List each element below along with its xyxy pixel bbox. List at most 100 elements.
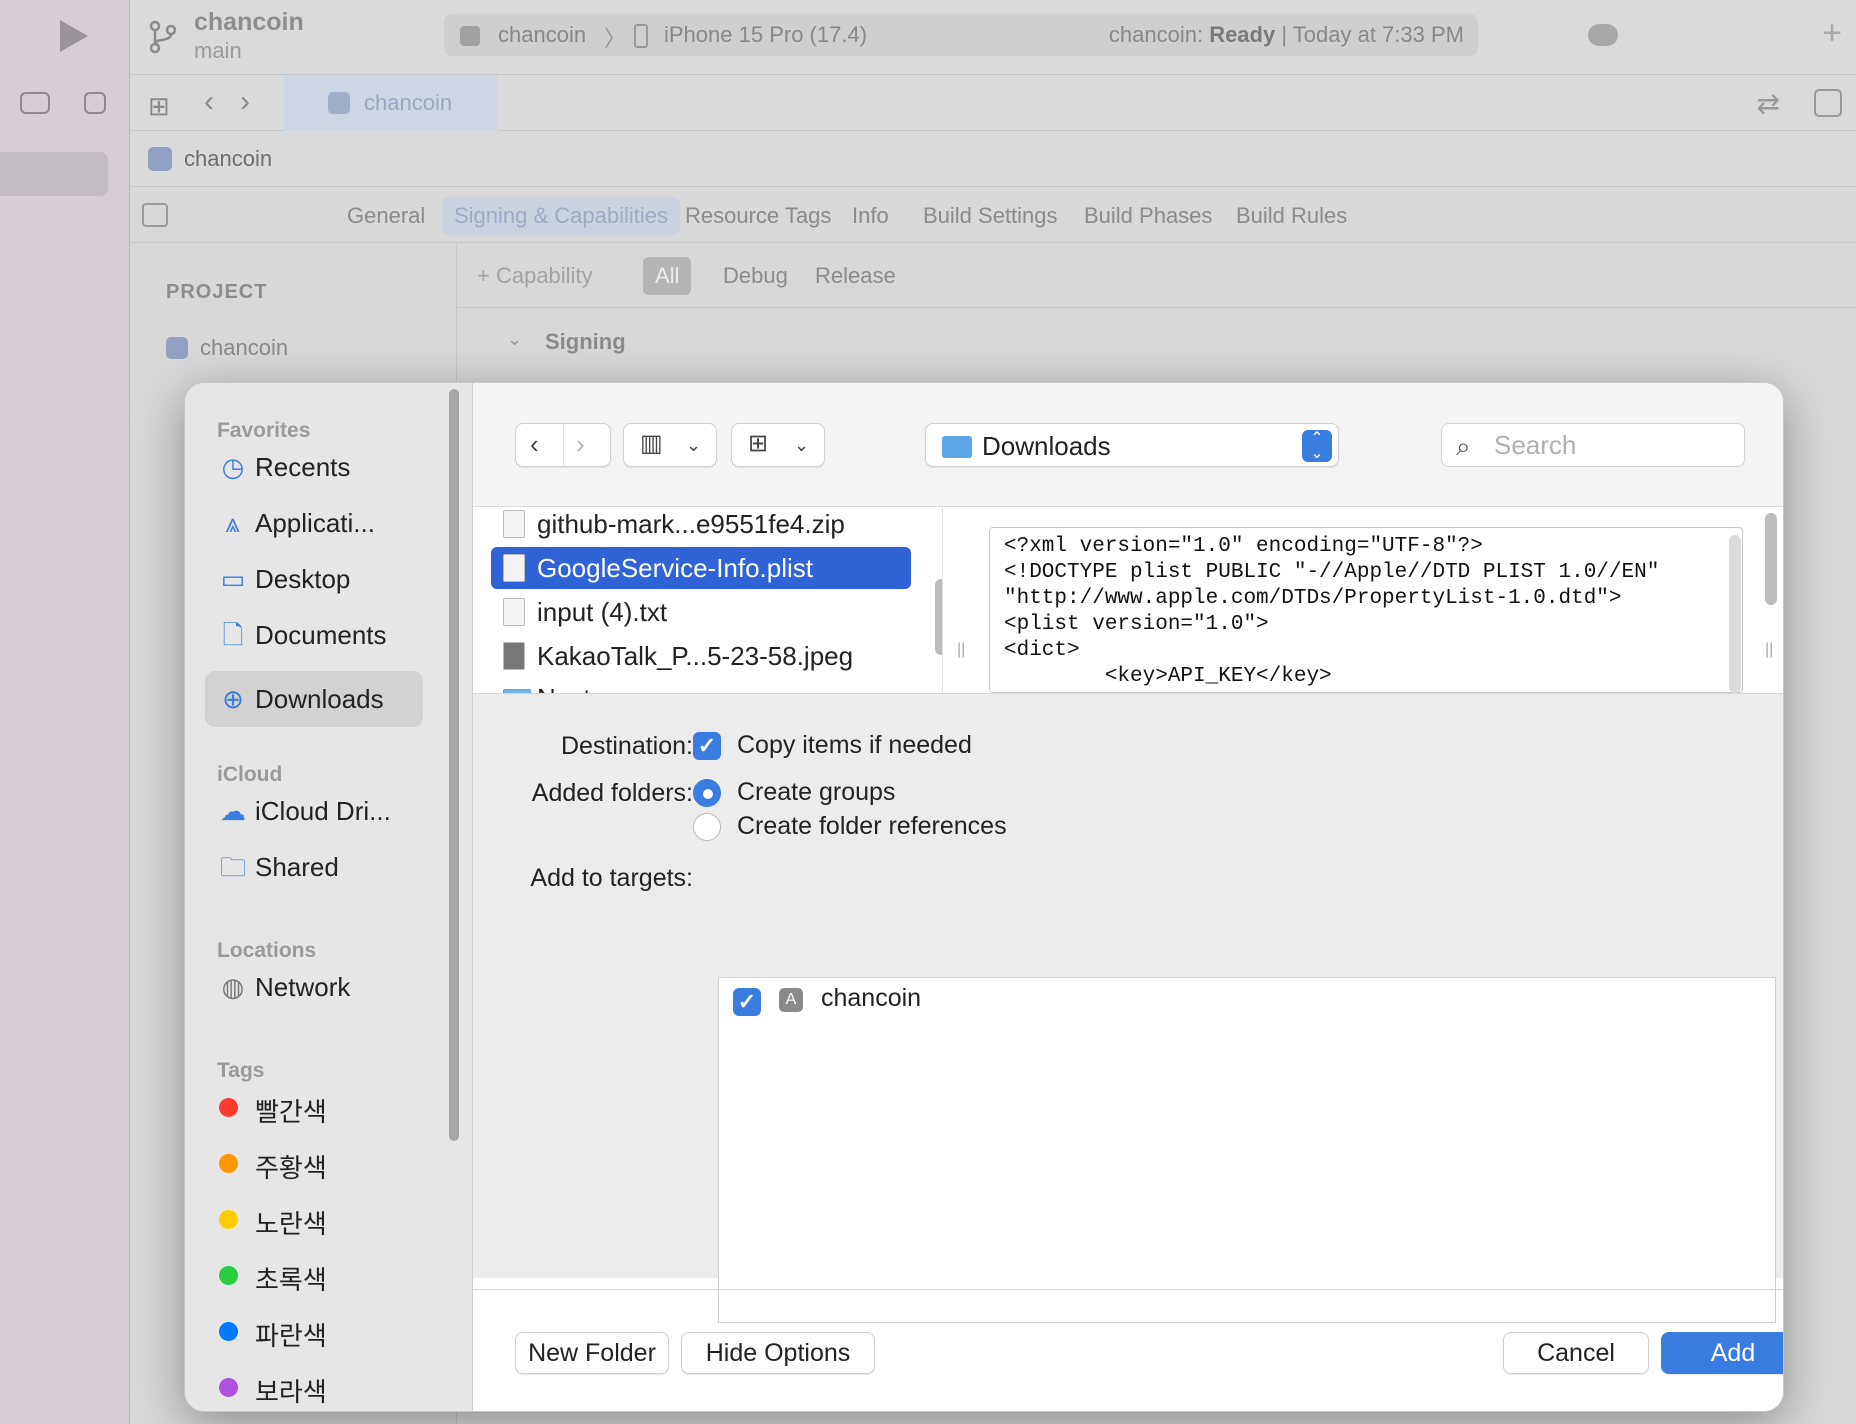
swap-icon[interactable]: ⇄: [1757, 87, 1780, 120]
column-resize-handle[interactable]: ||: [957, 641, 965, 659]
browser-scrollbar[interactable]: [1765, 513, 1777, 605]
file-row-zip[interactable]: github-mark...e9551fe4.zip: [491, 507, 911, 545]
chevron-left-icon[interactable]: ‹: [530, 429, 539, 460]
tag-icon[interactable]: [20, 92, 50, 114]
chevron-left-icon[interactable]: ‹: [204, 85, 214, 119]
tab-chancoin[interactable]: chancoin: [284, 75, 498, 131]
sidebar-item-shared[interactable]: 🗀 Shared: [205, 839, 423, 895]
scheme-selector[interactable]: chancoin: [498, 22, 586, 48]
group-by-button[interactable]: ⊞ ⌄: [731, 423, 825, 467]
file-list-scrollbar[interactable]: [935, 579, 942, 655]
sidebar-item-documents[interactable]: 🗋 Documents: [205, 607, 423, 663]
sidebar-item-tag-blue[interactable]: 파란색: [205, 1303, 423, 1359]
config-all[interactable]: All: [643, 257, 692, 295]
build-status: chancoin: Ready | Today at 7:33 PM: [1108, 22, 1464, 47]
tab-signing-capabilities[interactable]: Signing & Capabilities: [442, 197, 681, 235]
desktop-icon: ▭: [220, 564, 246, 594]
sidebar-item-tag-red[interactable]: 빨간색: [205, 1079, 423, 1135]
up-down-chevron-icon: ⌃ ⌄: [1302, 430, 1332, 462]
cloud-icon[interactable]: [1588, 24, 1618, 46]
app-icon: [460, 26, 480, 46]
sidebar-item-desktop[interactable]: ▭ Desktop: [205, 551, 423, 607]
location-popup[interactable]: Downloads ⌃ ⌄: [925, 423, 1339, 467]
tag-dot-icon: [219, 1098, 238, 1117]
config-debug[interactable]: Debug: [711, 257, 800, 295]
create-folder-references-radio[interactable]: [693, 813, 721, 841]
breadcrumb-item[interactable]: chancoin: [184, 146, 272, 172]
file-name: input (4).txt: [537, 597, 668, 627]
new-folder-button[interactable]: New Folder: [515, 1332, 669, 1374]
phone-icon: [634, 24, 648, 48]
sidebar-item-label: iCloud Dri...: [255, 796, 391, 826]
sidebar-item-recents[interactable]: ◷ Recents: [205, 439, 423, 495]
chevron-right-icon[interactable]: ›: [240, 85, 250, 119]
create-folder-references-label[interactable]: Create folder references: [737, 812, 1007, 841]
tab-label: chancoin: [364, 90, 453, 115]
sidebar-toggle-icon[interactable]: [142, 203, 168, 227]
config-release[interactable]: Release: [803, 257, 908, 295]
copy-items-checkbox[interactable]: ✓: [693, 732, 721, 760]
sidebar-item-applications[interactable]: ⩓ Applicati...: [205, 495, 423, 551]
sidebar-item-downloads[interactable]: ⊕ Downloads: [205, 671, 423, 727]
scheme-activity-bar[interactable]: chancoin 〉 iPhone 15 Pro (17.4) chancoin…: [444, 14, 1478, 56]
run-icon[interactable]: [60, 20, 88, 52]
add-capability-button[interactable]: + Capability: [477, 263, 593, 289]
chevron-down-icon: ⌄: [794, 435, 810, 455]
sidebar-item-icloud-drive[interactable]: ☁ iCloud Dri...: [205, 783, 423, 839]
column-resize-handle[interactable]: ||: [1765, 641, 1773, 659]
search-input[interactable]: [1494, 430, 1734, 460]
navigator-selection: [0, 152, 108, 196]
sidebar-item-network[interactable]: ◍ Network: [205, 959, 423, 1015]
xcode-navigator-strip: [0, 0, 130, 1424]
hide-options-button[interactable]: Hide Options: [681, 1332, 875, 1374]
columns-icon: ▥: [640, 430, 663, 457]
chevron-right-icon: 〉: [604, 26, 627, 51]
destination-label: Destination:: [560, 732, 693, 760]
grid-icon[interactable]: ⊞: [148, 91, 170, 122]
list-icon[interactable]: [84, 92, 106, 114]
preview-scrollbar[interactable]: [1729, 535, 1741, 693]
file-row-plist[interactable]: GoogleService-Info.plist: [491, 547, 911, 589]
search-field[interactable]: ⌕: [1441, 423, 1745, 467]
add-button[interactable]: Add: [1661, 1332, 1783, 1374]
sidebar-item-tag-purple[interactable]: 보라색: [205, 1359, 423, 1411]
cloud-icon: ☁: [220, 796, 246, 826]
chevron-right-icon[interactable]: ›: [576, 429, 585, 460]
target-name[interactable]: chancoin: [821, 984, 921, 1013]
tag-dot-icon: [219, 1210, 238, 1229]
copy-items-label[interactable]: Copy items if needed: [737, 731, 972, 760]
file-row-txt[interactable]: input (4).txt: [491, 591, 911, 633]
tab-info[interactable]: Info: [840, 197, 901, 235]
sidebar-scrollbar[interactable]: [449, 389, 459, 1141]
target-checkbox[interactable]: ✓: [733, 988, 761, 1016]
tab-resource-tags[interactable]: Resource Tags: [673, 197, 843, 235]
file-preview: <?xml version="1.0" encoding="UTF-8"?> <…: [989, 527, 1743, 693]
app-icon: [166, 337, 188, 359]
tab-build-rules[interactable]: Build Rules: [1224, 197, 1359, 235]
sidebar-item-tag-yellow[interactable]: 노란색: [205, 1191, 423, 1247]
view-mode-button[interactable]: ▥ ⌄: [623, 423, 717, 467]
sidebar-item-tag-green[interactable]: 초록색: [205, 1247, 423, 1303]
file-column: github-mark...e9551fe4.zip GoogleService…: [473, 507, 943, 693]
tab-general[interactable]: General: [335, 197, 437, 235]
tab-build-settings[interactable]: Build Settings: [911, 197, 1070, 235]
file-row-folder-next[interactable]: Next ›: [491, 677, 911, 693]
file-row-jpeg[interactable]: KakaoTalk_P...5-23-58.jpeg: [491, 635, 911, 677]
sidebar-item-label: 보라색: [255, 1377, 327, 1407]
sidebar-item-tag-orange[interactable]: 주황색: [205, 1135, 423, 1191]
breadcrumb: chancoin: [130, 131, 1856, 187]
add-editor-icon[interactable]: [1814, 89, 1842, 117]
project-item[interactable]: chancoin: [200, 335, 288, 361]
tab-build-phases[interactable]: Build Phases: [1072, 197, 1224, 235]
cancel-button[interactable]: Cancel: [1503, 1332, 1649, 1374]
plist-file-icon: [503, 554, 525, 582]
plus-icon[interactable]: +: [1822, 14, 1842, 53]
device-selector[interactable]: iPhone 15 Pro (17.4): [664, 22, 867, 48]
search-icon: ⌕: [1456, 431, 1471, 461]
finder-sidebar: Favorites ◷ Recents ⩓ Applicati... ▭ Des…: [185, 383, 473, 1411]
chevron-down-icon[interactable]: ⌄: [507, 329, 522, 350]
create-groups-radio[interactable]: [693, 779, 721, 807]
app-icon: [148, 147, 172, 171]
sidebar-item-label: 주황색: [255, 1153, 327, 1183]
create-groups-label[interactable]: Create groups: [737, 778, 895, 807]
